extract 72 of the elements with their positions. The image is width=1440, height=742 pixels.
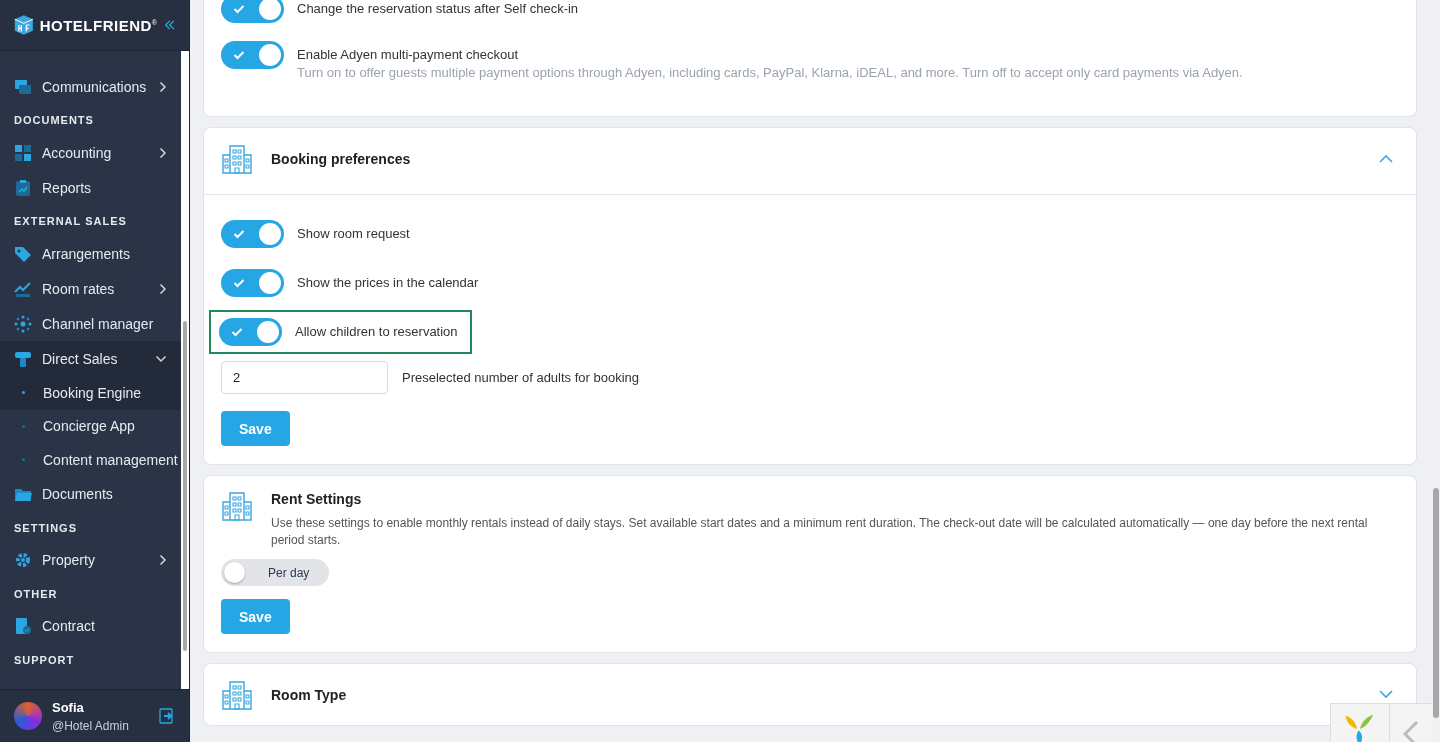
building-icon (221, 142, 253, 175)
sidebar-item[interactable]: Contract (0, 608, 181, 644)
sidebar-item[interactable]: Arrangements (0, 236, 181, 271)
chevron-icon[interactable] (1379, 154, 1393, 163)
sidebar-item[interactable]: Direct Sales (0, 341, 181, 376)
sidebar-item[interactable]: Communications (0, 69, 181, 104)
field-label: Preselected number of adults for booking (402, 370, 640, 385)
toggle-switch[interactable] (221, 269, 284, 297)
scrollbar[interactable] (181, 51, 189, 689)
brand-name: HOTELFRIEND$^{®}$ (39, 16, 158, 34)
toggle-description: Turn on to offer guests multiple payment options through Adyen, including cards, PayPal, Klarna, iDEAL, and more. Turn off to accept only card payments via Adyen. (297, 65, 1243, 80)
sidebar-item[interactable]: Property (0, 542, 181, 578)
building-icon (221, 678, 253, 711)
check-icon (233, 4, 245, 14)
section-heading: DOCUMENTS (13, 113, 95, 128)
sidebar-item[interactable]: Reports (0, 170, 181, 205)
sidebar-item[interactable]: Channel manager (0, 306, 181, 341)
toggle-switch[interactable] (221, 220, 284, 248)
toggle-label: Show the prices in the calendar (297, 275, 479, 290)
section-heading: EXTERNAL SALES (13, 214, 128, 229)
chat-icon (14, 77, 32, 96)
bullet-icon (22, 458, 25, 462)
check-icon (231, 327, 243, 337)
chevron-icon[interactable] (1379, 690, 1393, 699)
document-icon (14, 617, 32, 635)
submenu-item[interactable]: Concierge App (0, 409, 181, 443)
rent-mode-switch[interactable]: Per day (221, 559, 329, 586)
collapse-icon[interactable] (163, 18, 175, 32)
grid-icon (14, 143, 32, 162)
chart-icon (14, 279, 32, 298)
building-icon (221, 490, 253, 522)
check-icon (233, 278, 245, 288)
sidebar-item[interactable]: Documents (0, 476, 181, 512)
chevron-icon (159, 80, 167, 93)
toggle-label: Change the reservation status after Self check-in (297, 1, 579, 16)
bullet-icon (22, 424, 25, 428)
user-role: @Hotel Admin (52, 718, 129, 733)
section-heading: SETTINGS (13, 520, 78, 536)
check-icon (233, 229, 245, 239)
sidebar-item[interactable]: Room rates (0, 271, 181, 306)
avatar (14, 702, 42, 730)
tag-icon (14, 244, 32, 263)
section-heading: SUPPORT (13, 652, 76, 668)
toggle-switch[interactable] (221, 41, 284, 69)
network-icon (14, 314, 32, 333)
adults-input-field[interactable]: 2 (221, 361, 388, 394)
toggle-switch[interactable] (219, 318, 282, 346)
submenu-item[interactable]: Content management (0, 443, 181, 477)
user-name: Sofia (52, 699, 85, 715)
logo-icon (14, 12, 34, 38)
section-title: Room Type (271, 686, 348, 703)
section-title: Rent Settings (271, 491, 363, 507)
chevron-icon (155, 354, 167, 363)
gear-icon (14, 551, 32, 569)
logout-icon[interactable] (159, 708, 175, 724)
toggle-label: Enable Adyen multi-payment checkout (297, 47, 520, 62)
section-title: Booking preferences (271, 150, 412, 167)
check-icon (233, 50, 245, 60)
chevron-icon (159, 554, 167, 566)
section-description: Use these settings to enable monthly rentals instead of daily stays. Set available start dates and a minimum rent duration. The check-out date will be calculated automatically — one day before the next rental period starts. (271, 515, 1369, 549)
submenu-item[interactable]: Booking Engine (0, 376, 181, 410)
toggle-label: Show room request (297, 226, 410, 241)
toggle-switch[interactable] (221, 0, 284, 23)
section-heading: OTHER (13, 586, 59, 602)
toggle-label: Allow children to reservation (295, 324, 458, 339)
chevron-icon (159, 282, 167, 295)
sidebar-item[interactable]: Accounting (0, 135, 181, 170)
chevron-icon (159, 146, 167, 159)
bullet-icon (22, 391, 25, 395)
debug-toolbar[interactable] (1330, 703, 1432, 742)
stand-icon (14, 349, 32, 368)
clipboard-icon (14, 178, 32, 197)
